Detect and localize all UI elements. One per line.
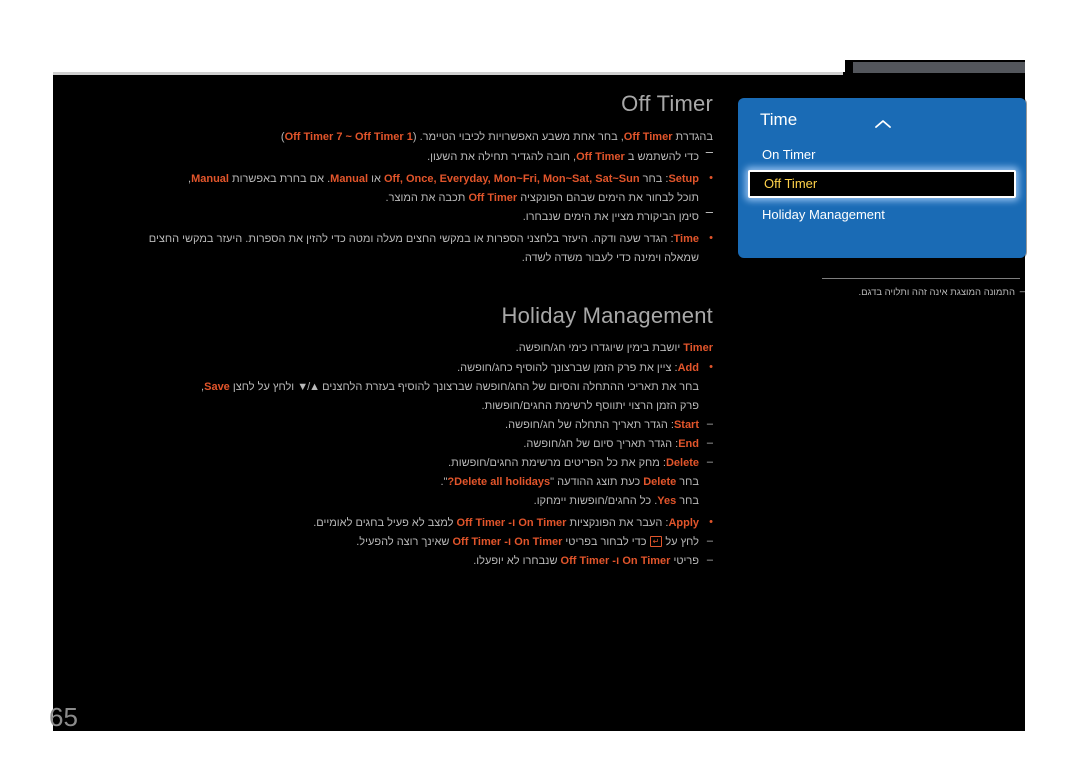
apply-sub1-mid: כדי לבחור בפריטי xyxy=(562,536,650,549)
off-timer-clock-note-post: , חובה להגדיר תחילה את השעון. xyxy=(427,150,577,163)
setup-manual-term: Manual xyxy=(330,172,369,185)
apply-line1-b: למצב לא פעיל בחגים לאומיים. xyxy=(313,517,457,530)
bullet-add-line3: פרק הזמן הרצוי יתווסף לרשימת החגים/חופשו… xyxy=(481,400,699,413)
setup-line2-term: Off Timer xyxy=(468,191,518,204)
page-number: 65 xyxy=(49,702,78,732)
delete-confirm-term: Delete xyxy=(643,476,677,489)
setup-options: Off, Once, Everyday, Mon~Fri, Mon~Sat, S… xyxy=(383,172,640,185)
osd-menu-item-holiday-management[interactable]: Holiday Management xyxy=(748,202,1016,228)
apply-sub-2: פריטי On Timer ו- Off Timer שנבחרו לא יו… xyxy=(53,552,713,569)
osd-panel-title: Time xyxy=(760,110,798,129)
apply-term: Apply xyxy=(668,517,699,530)
off-timer-clock-note-term: Off Timer xyxy=(576,150,625,163)
apply-sub1-terms: On Timer ו- Off Timer xyxy=(452,536,563,549)
start-text: : הגדר תאריך התחלה של חג/חופשה. xyxy=(505,419,674,432)
apply-sub2-terms: On Timer ו- Off Timer xyxy=(560,555,671,568)
section-title-holiday-management: Holiday Management xyxy=(501,302,713,328)
delete-confirm-b: כעת תוצג ההודעה " xyxy=(550,476,644,489)
header-rule-right xyxy=(853,62,1025,73)
bullet-add: Add: ציין את פרק הזמן שברצונך להוסיף כחג… xyxy=(53,359,713,376)
bullet-time: Time: הגדר שעה ודקה. היעזר בלחצני הספרות… xyxy=(53,230,713,247)
apply-line1-a: : העבר את הפונקציות xyxy=(566,517,669,530)
setup-manual-term-2: Manual xyxy=(191,172,229,185)
yes-line-b: . כל החגים/חופשות יימחקו. xyxy=(533,495,658,508)
documentation-column: Off Timer בהגדרת Off Timer, בחר אחת משבע… xyxy=(53,90,713,572)
bullet-add-line2: בחר את תאריכי ההתחלה והסיום של החג/חופשה… xyxy=(53,379,713,395)
add-term: Add xyxy=(677,362,699,375)
setup-line1-c: . אם בחרת באפשרות xyxy=(228,172,331,185)
add-save-term: Save xyxy=(204,381,230,394)
bullet-add-delete: Delete: מחק את כל הפריטים מרשימת החגים/ח… xyxy=(53,454,713,471)
delete-text: : מחק את כל הפריטים מרשימת החגים/חופשות. xyxy=(448,457,666,470)
delete-all-holidays-prompt: Delete all holidays? xyxy=(447,476,551,489)
osd-time-panel: Time On Timer Off Timer Holiday Manageme… xyxy=(738,98,1026,258)
enter-key-icon: ↵ xyxy=(649,535,663,547)
off-timer-clock-note: כדי להשתמש ב Off Timer, חובה להגדיר תחיל… xyxy=(53,144,713,165)
delete-term: Delete xyxy=(665,457,699,470)
bullet-setup: Setup: בחר Off, Once, Everyday, Mon~Fri,… xyxy=(53,170,713,187)
osd-menu-item-on-timer[interactable]: On Timer xyxy=(748,142,1016,168)
setup-checkmark-note: סימן הביקורת מציין את הימים שנבחרו. xyxy=(53,204,713,225)
holiday-intro: Timer יושבת בימין שיוגדרו כימי חג/חופשה. xyxy=(53,340,713,356)
setup-line1-a: : בחר xyxy=(639,172,669,185)
delete-confirm-a: בחר xyxy=(676,476,699,489)
off-timer-bullets: Setup: בחר Off, Once, Everyday, Mon~Fri,… xyxy=(53,170,713,266)
setup-term: Setup xyxy=(668,172,699,185)
delete-confirm-line: בחר Delete כעת תוצג ההודעה "Delete all h… xyxy=(53,474,713,490)
off-timer-intro-term: Off Timer xyxy=(623,130,673,143)
time-term: Time xyxy=(673,232,699,245)
caption-divider xyxy=(822,278,1020,279)
add-line2-b: ולחץ על לחצן xyxy=(229,381,298,394)
delete-yes-line: בחר Yes. כל החגים/חופשות יימחקו. xyxy=(53,493,713,509)
holiday-bullets: Add: ציין את פרק הזמן שברצונך להוסיף כחג… xyxy=(53,359,713,569)
bullet-add-start: Start: הגדר תאריך התחלה של חג/חופשה. xyxy=(53,416,713,433)
bullet-add-end: End: הגדר תאריך סיום של חג/חופשה. xyxy=(53,435,713,452)
time-line1: : הגדר שעה ודקה. היעזר בלחצני הספרות או … xyxy=(148,232,674,245)
bullet-apply: Apply: העבר את הפונקציות On Timer ו- Off… xyxy=(53,514,713,531)
setup-line1-b: או xyxy=(368,172,384,185)
osd-menu-item-off-timer[interactable]: Off Timer xyxy=(748,170,1016,198)
start-term: Start xyxy=(673,419,699,432)
off-timer-intro-pre: בהגדרת xyxy=(672,130,713,143)
add-line1: : ציין את פרק הזמן שברצונך להוסיף כחג/חו… xyxy=(457,362,678,375)
apply-sub2-pre: פריטי xyxy=(670,555,700,568)
bullet-time-line2: שמאלה וימינה כדי לעבור משדה לשדה. xyxy=(521,251,699,264)
setup-line2-b: תכבה את המוצר. xyxy=(385,191,469,204)
apply-timer-terms: On Timer ו- Off Timer xyxy=(456,517,567,530)
apply-sub2-post: שנבחרו לא יופעלו. xyxy=(473,555,561,568)
setup-line2-a: תוכל לבחור את הימים שבהם הפונקציה xyxy=(517,191,699,204)
section-title-off-timer: Off Timer xyxy=(621,91,713,116)
apply-sub1-pre: לחץ על xyxy=(662,536,699,549)
bullet-setup-line2: תוכל לבחור את הימים שבהם הפונקציה Off Ti… xyxy=(53,190,713,206)
holiday-intro-post: יושבת בימין שיוגדרו כימי חג/חופשה. xyxy=(515,342,684,355)
chevron-up-icon[interactable] xyxy=(874,118,892,130)
apply-sub1-post: שאינך רוצה להפעיל. xyxy=(356,536,453,549)
off-timer-intro-range: Off Timer 7 ~ Off Timer 1 xyxy=(284,130,413,143)
add-line2-a: בחר את תאריכי ההתחלה והסיום של החג/חופשה… xyxy=(319,381,699,394)
end-text: : הגדר תאריך סיום של חג/חופשה. xyxy=(523,438,679,451)
off-timer-notes: כדי להשתמש ב Off Timer, חובה להגדיר תחיל… xyxy=(53,144,713,165)
page-root: Off Timer בהגדרת Off Timer, בחר אחת משבע… xyxy=(0,0,1080,763)
header-rule xyxy=(53,72,843,75)
yes-line-a: בחר xyxy=(676,495,699,508)
apply-sub-1: לחץ על ↵ כדי לבחור בפריטי On Timer ו- Of… xyxy=(53,533,713,550)
off-timer-intro-mid: , בחר אחת משבע האפשרויות לכיבוי הטיימר. … xyxy=(412,130,624,143)
off-timer-clock-note-pre: כדי להשתמש ב xyxy=(624,150,699,163)
holiday-intro-term: Timer xyxy=(683,342,713,355)
osd-image-caption: התמונה המוצגת אינה זהה ותלויה בדגם. xyxy=(820,285,1025,299)
end-term: End xyxy=(678,438,699,451)
off-timer-intro: בהגדרת Off Timer, בחר אחת משבע האפשרויות… xyxy=(53,129,713,145)
updown-arrow-icon: ▲/▼ xyxy=(297,381,320,394)
yes-term: Yes xyxy=(657,495,677,508)
